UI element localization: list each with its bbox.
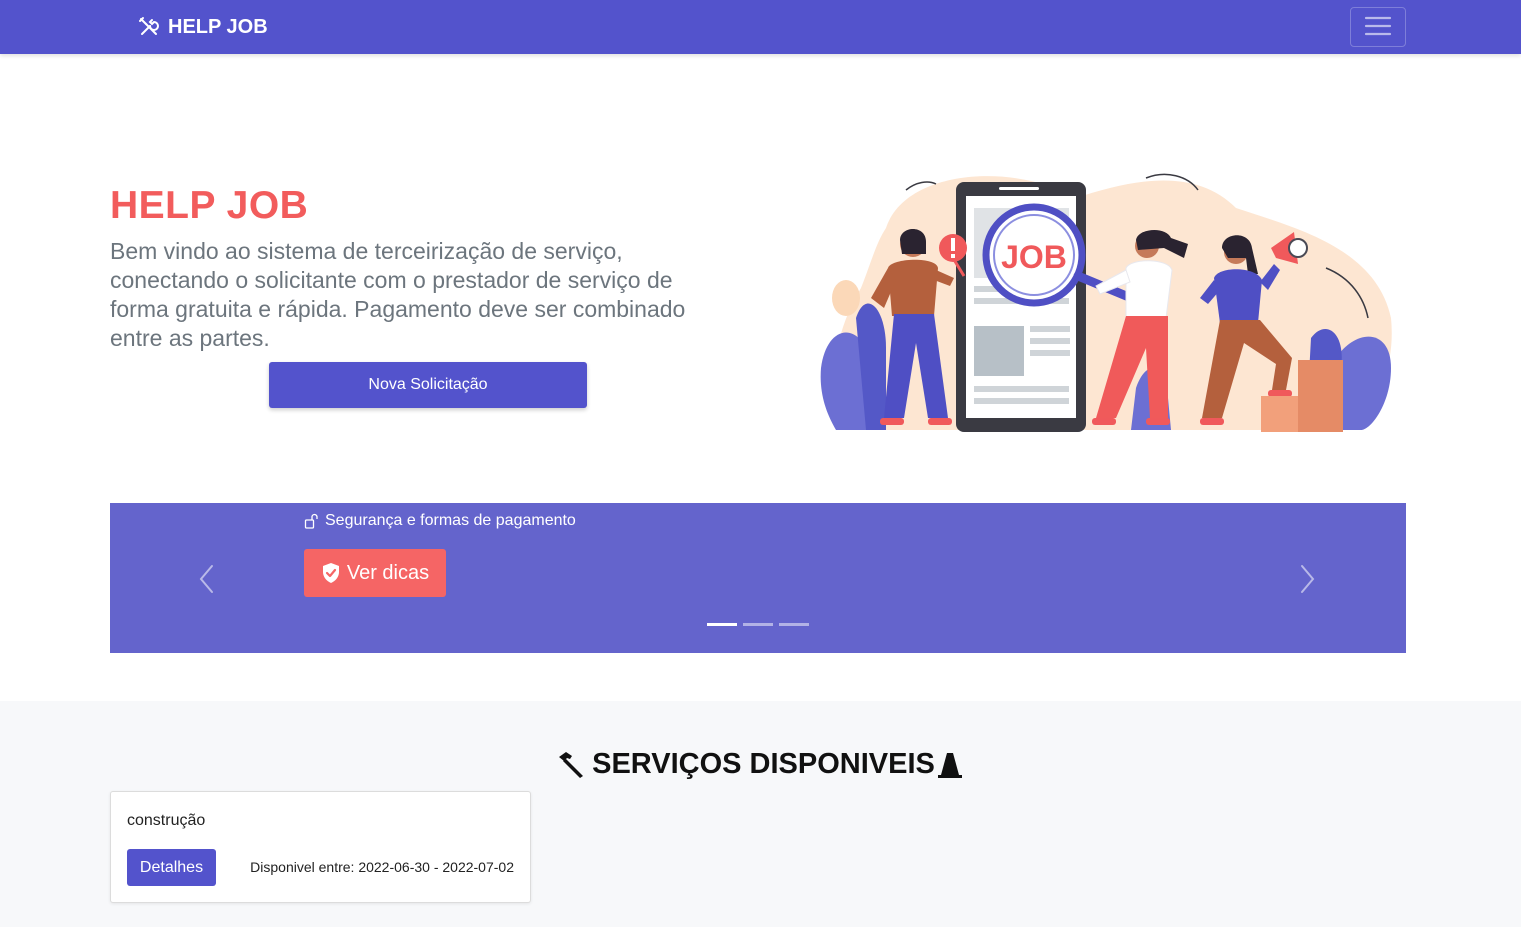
hamburger-menu-icon xyxy=(1364,15,1392,40)
hammer-icon xyxy=(556,751,586,779)
service-availability: Disponivel entre: 2022-06-30 - 2022-07-0… xyxy=(250,859,514,875)
brand-text: HELP JOB xyxy=(168,15,268,38)
services-title-text: SERVIÇOS DISPONIVEIS xyxy=(592,748,935,780)
services-section: SERVIÇOS DISPONIVEIS construção Detalhes… xyxy=(0,701,1521,927)
tools-icon xyxy=(138,16,160,38)
carousel-indicators xyxy=(707,623,809,626)
new-request-button[interactable]: Nova Solicitação xyxy=(269,362,587,408)
see-tips-label: Ver dicas xyxy=(346,561,430,584)
see-tips-button[interactable]: Ver dicas xyxy=(304,549,446,597)
service-name: construção xyxy=(127,812,206,829)
hero-description: Bem vindo ao sistema de terceirização de… xyxy=(110,238,686,351)
service-details-button[interactable]: Detalhes xyxy=(127,849,216,886)
slide-caption-text: Segurança e formas de pagamento xyxy=(325,512,576,529)
carousel-next-button[interactable] xyxy=(1296,563,1318,595)
carousel-indicator-1[interactable] xyxy=(707,623,737,626)
traffic-cone-icon xyxy=(935,751,965,779)
navbar-toggler-button[interactable] xyxy=(1350,7,1406,47)
carousel-prev-button[interactable] xyxy=(196,563,218,595)
brand-link[interactable]: HELP JOB xyxy=(138,14,268,40)
unlock-icon xyxy=(304,513,319,529)
slide-caption: Segurança e formas de pagamento xyxy=(304,512,576,530)
carousel-indicator-2[interactable] xyxy=(743,623,773,626)
service-card: construção Detalhes Disponivel entre: 20… xyxy=(110,791,531,903)
navbar: HELP JOB xyxy=(0,0,1521,54)
carousel-indicator-3[interactable] xyxy=(779,623,809,626)
shield-check-icon xyxy=(321,562,341,584)
tips-carousel: Segurança e formas de pagamento Ver dica… xyxy=(110,503,1406,653)
services-heading: SERVIÇOS DISPONIVEIS xyxy=(0,748,1521,781)
svg-text:JOB: JOB xyxy=(1001,239,1067,275)
hero-title: HELP JOB xyxy=(110,184,309,227)
hero-illustration: JOB xyxy=(816,168,1396,436)
